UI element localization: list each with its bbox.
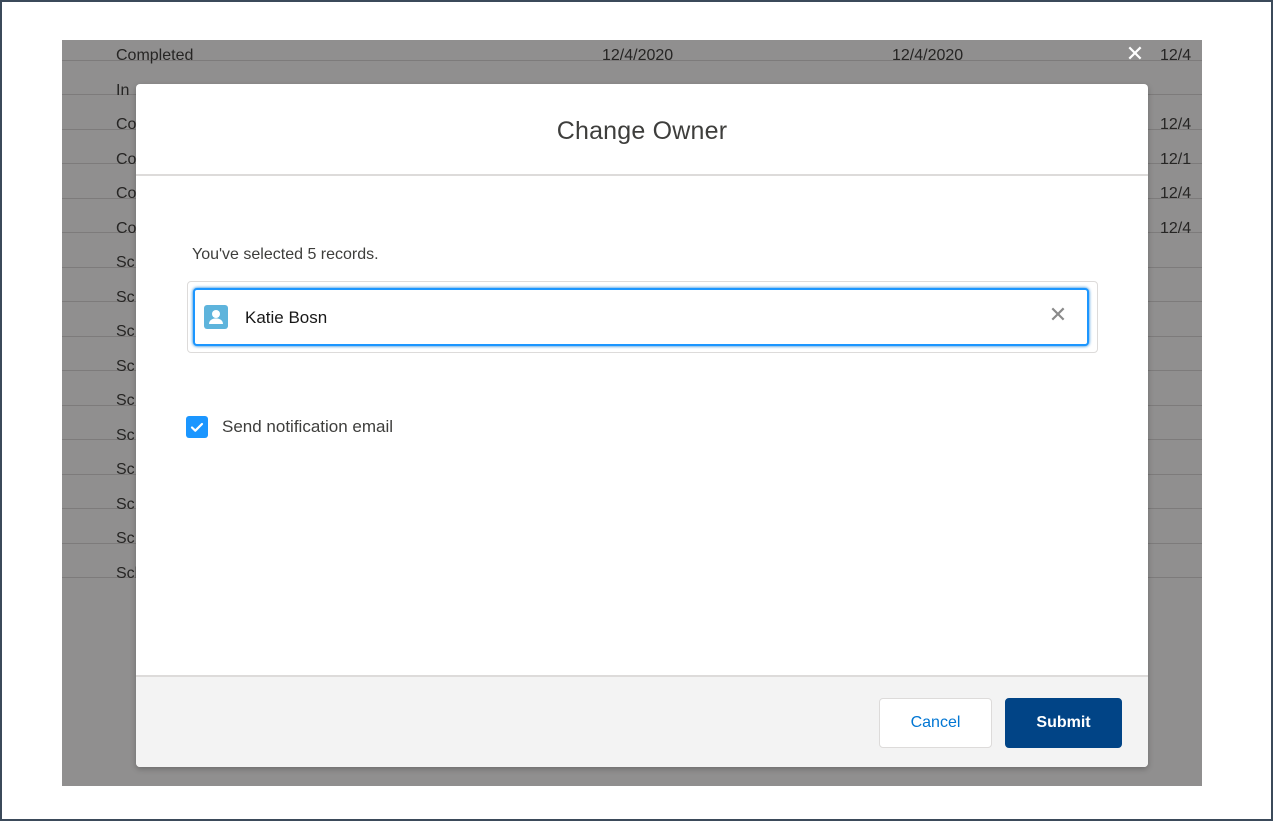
clear-icon[interactable]: ✕ — [1046, 303, 1070, 327]
owner-lookup-input[interactable]: Katie Bosn ✕ — [193, 288, 1089, 346]
cancel-button[interactable]: Cancel — [879, 698, 992, 748]
checkmark-icon — [190, 422, 204, 432]
close-icon[interactable]: ✕ — [1123, 42, 1147, 66]
app-frame: Completed 12/4/2020 12/4/2020 12/4 In Co 12/4 C… — [0, 0, 1273, 821]
user-avatar-icon — [204, 305, 228, 329]
modal-header: Change Owner — [136, 84, 1148, 176]
notify-checkbox-label: Send notification email — [222, 417, 394, 436]
selected-owner-name: Katie Bosn — [245, 308, 328, 327]
notify-checkbox[interactable] — [186, 416, 208, 438]
modal-title: Change Owner — [556, 117, 728, 145]
change-owner-modal: Change Owner You've selected 5 records. … — [136, 84, 1148, 767]
submit-button[interactable]: Submit — [1005, 698, 1122, 748]
modal-footer: Cancel Submit — [136, 675, 1148, 767]
selected-records-text: You've selected 5 records. — [192, 246, 379, 263]
